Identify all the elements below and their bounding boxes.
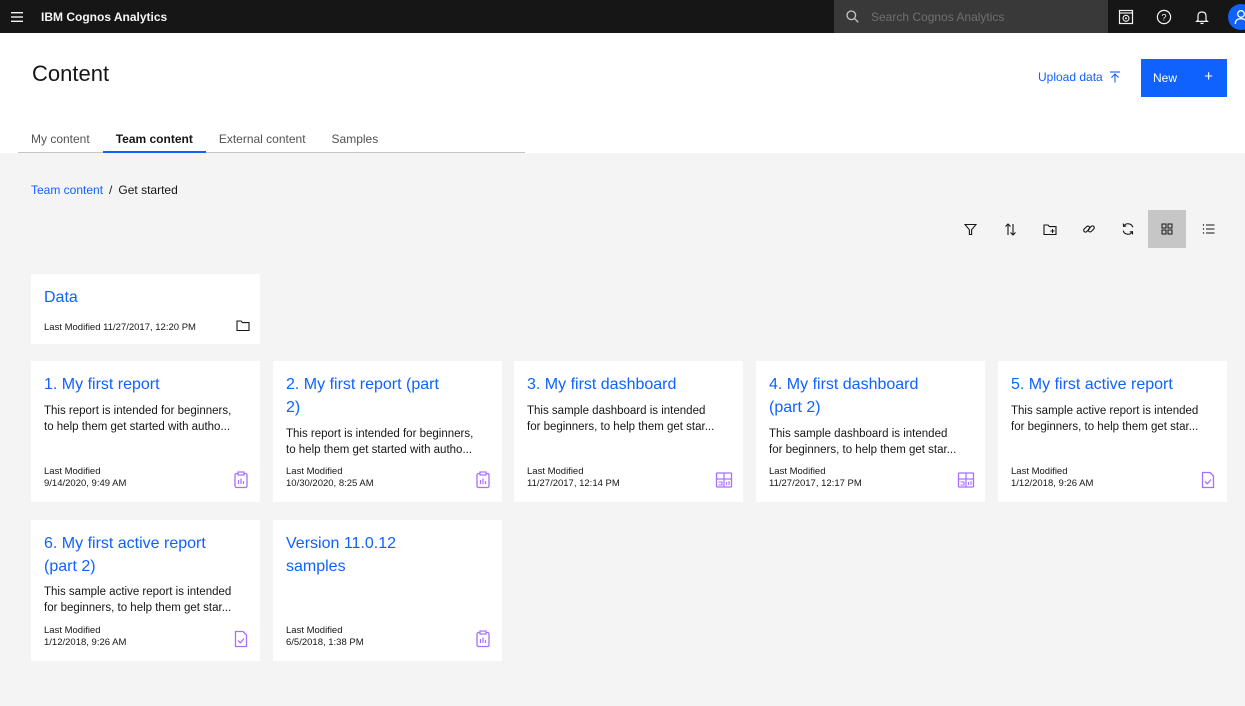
modified-date: 1/12/2018, 9:26 AM <box>44 637 127 648</box>
card-title[interactable]: 6. My first active report <box>44 533 206 555</box>
content-card[interactable]: Version 11.0.12 samples Last Modified 6/… <box>273 520 502 661</box>
card-title-line2[interactable]: (part 2) <box>769 397 821 419</box>
card-title-line2[interactable]: (part 2) <box>44 556 96 578</box>
content-card[interactable]: 4. My first dashboard (part 2) This samp… <box>756 361 985 502</box>
card-description-line2: for beginners, to help them get star... <box>1011 421 1199 433</box>
modified-date: 9/14/2020, 9:49 AM <box>44 478 127 489</box>
top-bar: IBM Cognos Analytics ? <box>0 0 1245 33</box>
link-icon[interactable] <box>1070 210 1108 248</box>
content-tabs: My content Team content External content… <box>18 125 525 153</box>
notification-icon[interactable] <box>1185 0 1218 33</box>
active-report-icon <box>1201 471 1215 489</box>
menu-icon[interactable] <box>0 0 33 33</box>
grid-view-icon[interactable] <box>1148 210 1186 248</box>
content-card[interactable]: 2. My first report (part 2) This report … <box>273 361 502 502</box>
modified-label: Last Modified <box>44 466 101 477</box>
card-title[interactable]: Version 11.0.12 <box>286 533 396 555</box>
user-icon[interactable] <box>1228 4 1245 30</box>
modified-date: 6/5/2018, 1:38 PM <box>286 637 364 648</box>
sort-icon[interactable] <box>991 210 1029 248</box>
report-icon <box>476 630 490 648</box>
modified-label: Last Modified <box>286 466 343 477</box>
modified-label: Last Modified <box>1011 466 1068 477</box>
filter-icon[interactable] <box>951 210 989 248</box>
breadcrumb-separator: / <box>109 183 113 197</box>
active-report-icon <box>234 630 248 648</box>
page-header: Content Upload data New + My content Tea… <box>0 33 1245 153</box>
card-description-line2: for beginners, to help them get star... <box>769 444 957 456</box>
upload-icon <box>1109 71 1120 83</box>
card-title[interactable]: 4. My first dashboard <box>769 374 918 396</box>
upload-data-label: Upload data <box>1038 70 1103 84</box>
tab-team-content[interactable]: Team content <box>102 125 206 153</box>
card-title[interactable]: 3. My first dashboard <box>527 374 676 396</box>
tab-my-content[interactable]: My content <box>18 125 103 153</box>
modified-label: Last Modified <box>44 322 101 333</box>
search-icon <box>846 10 859 23</box>
dashboard-icon <box>715 472 733 488</box>
content-card[interactable]: 1. My first report This report is intend… <box>31 361 260 502</box>
modified-label: Last Modified <box>527 466 584 477</box>
new-folder-icon[interactable] <box>1031 210 1069 248</box>
folder-modified: Last Modified 11/27/2017, 12:20 PM <box>44 322 196 333</box>
folder-icon <box>236 320 250 332</box>
modified-date: 10/30/2020, 8:25 AM <box>286 478 374 489</box>
modified-date: 11/27/2017, 12:17 PM <box>769 478 862 489</box>
card-title[interactable]: 2. My first report (part <box>286 374 439 396</box>
new-label: New <box>1153 71 1178 85</box>
card-description-line1: This sample active report is intended <box>1011 405 1199 417</box>
breadcrumb: Team content / Get started <box>31 183 178 197</box>
dashboard-icon <box>957 472 975 488</box>
breadcrumb-team-content[interactable]: Team content <box>31 183 103 197</box>
modified-date: 11/27/2017, 12:20 PM <box>103 322 196 333</box>
modified-label: Last Modified <box>286 625 343 636</box>
tab-external-content[interactable]: External content <box>206 125 319 153</box>
screen-icon[interactable] <box>1109 0 1142 33</box>
help-icon[interactable]: ? <box>1147 0 1180 33</box>
card-description-line2: for beginners, to help them get star... <box>44 602 232 614</box>
refresh-icon[interactable] <box>1109 210 1147 248</box>
report-icon <box>476 471 490 489</box>
modified-label: Last Modified <box>769 466 826 477</box>
svg-text:?: ? <box>1161 12 1166 23</box>
card-title-line2[interactable]: 2) <box>286 397 300 419</box>
card-description-line2: for beginners, to help them get star... <box>527 421 715 433</box>
card-description-line1: This sample dashboard is intended <box>769 428 948 440</box>
modified-date: 1/12/2018, 9:26 AM <box>1011 478 1094 489</box>
card-title-line2[interactable]: samples <box>286 556 346 578</box>
new-button[interactable]: New + <box>1141 59 1227 97</box>
modified-date: 11/27/2017, 12:14 PM <box>527 478 620 489</box>
content-card[interactable]: 5. My first active report This sample ac… <box>998 361 1227 502</box>
page-title: Content <box>32 61 110 86</box>
plus-icon: + <box>1204 68 1213 85</box>
search-box[interactable] <box>834 0 1108 33</box>
card-title[interactable]: 5. My first active report <box>1011 374 1173 396</box>
card-description-line2: to help them get started with autho... <box>44 421 231 433</box>
card-description-line1: This report is intended for beginners, <box>44 405 232 417</box>
modified-label: Last Modified <box>44 625 101 636</box>
card-title[interactable]: 1. My first report <box>44 374 160 396</box>
card-description-line2: to help them get started with autho... <box>286 444 473 456</box>
breadcrumb-current: Get started <box>118 183 178 197</box>
search-input[interactable] <box>871 9 1091 24</box>
content-card[interactable]: 6. My first active report (part 2) This … <box>31 520 260 661</box>
tab-samples[interactable]: Samples <box>319 125 392 153</box>
card-description-line1: This sample dashboard is intended <box>527 405 706 417</box>
card-description-line1: This report is intended for beginners, <box>286 428 474 440</box>
app-brand[interactable]: IBM Cognos Analytics <box>41 10 167 24</box>
content-card[interactable]: 3. My first dashboard This sample dashbo… <box>514 361 743 502</box>
list-view-icon[interactable] <box>1189 210 1227 248</box>
report-icon <box>234 471 248 489</box>
folder-card-data[interactable]: Data Last Modified 11/27/2017, 12:20 PM <box>31 274 260 344</box>
folder-title[interactable]: Data <box>44 287 78 309</box>
upload-data-button[interactable]: Upload data <box>1038 70 1121 84</box>
card-description-line1: This sample active report is intended <box>44 586 232 598</box>
